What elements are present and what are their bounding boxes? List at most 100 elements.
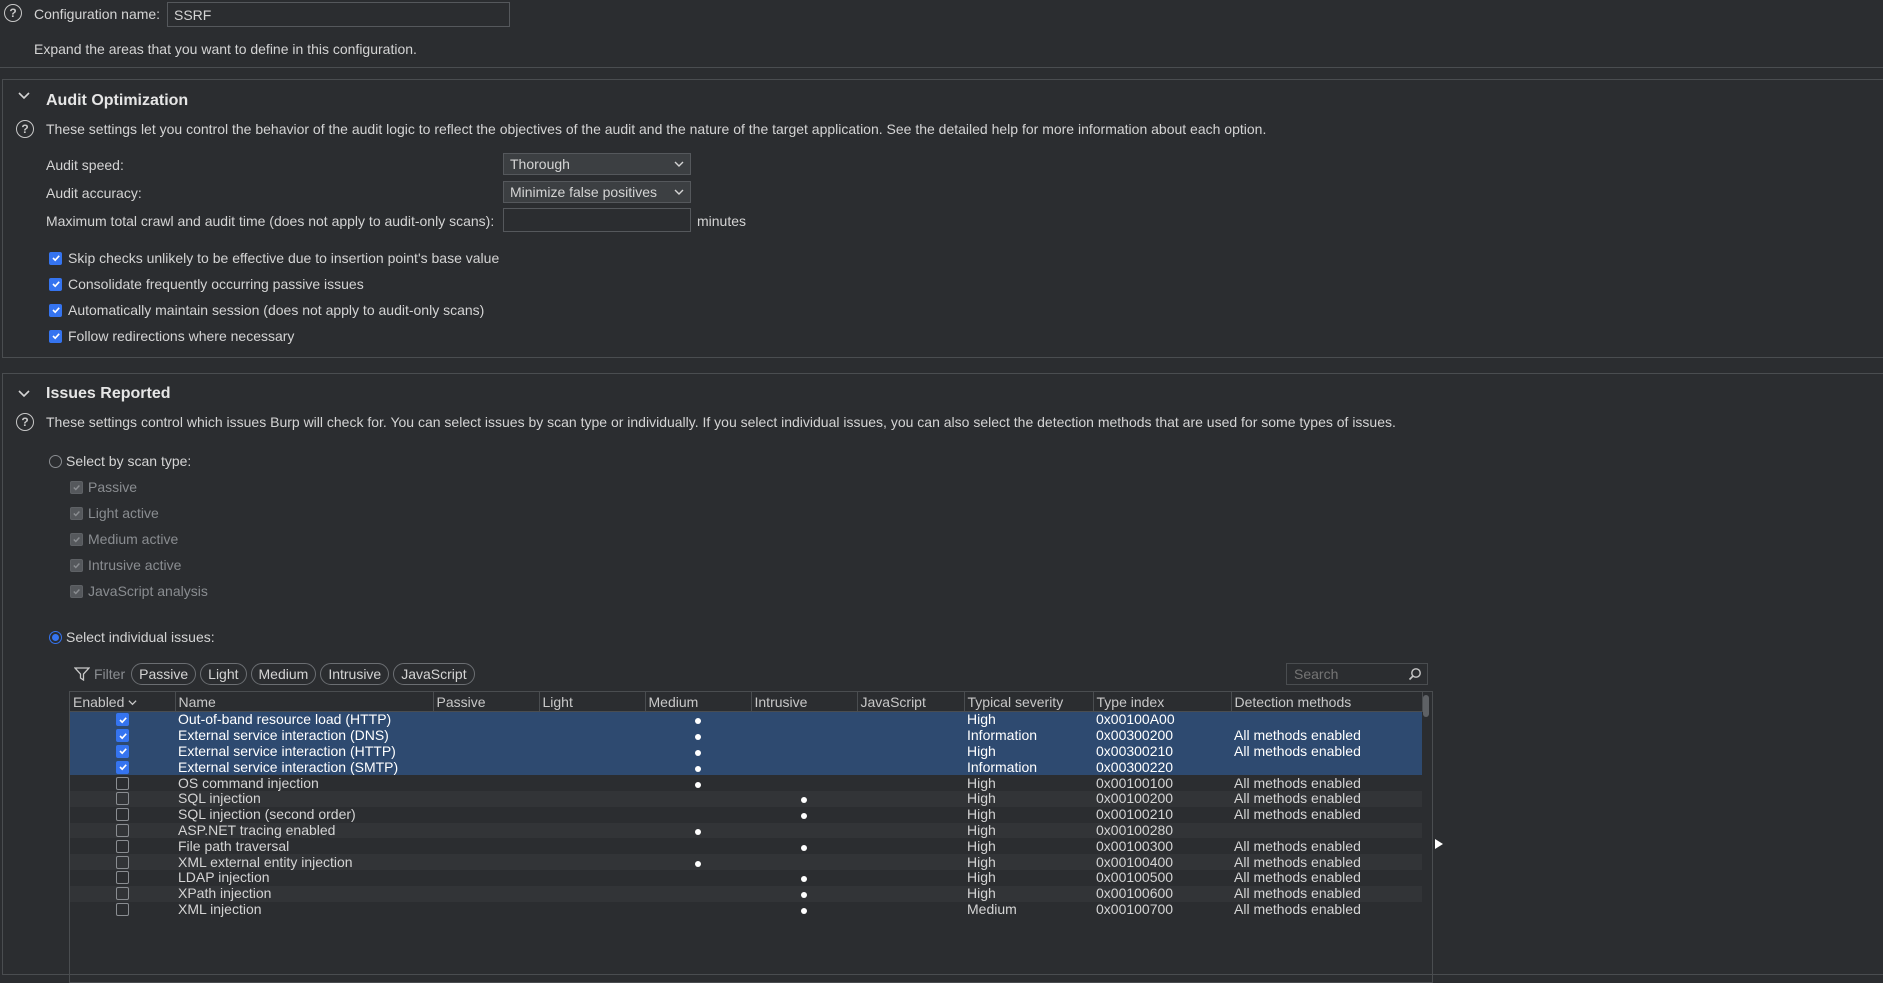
checkbox[interactable] xyxy=(49,303,62,317)
scan-type-label: Light active xyxy=(88,505,159,521)
help-icon[interactable]: ? xyxy=(16,120,34,138)
max-time-label: Maximum total crawl and audit time (does… xyxy=(46,213,495,229)
scan-type-javascript-cell xyxy=(857,759,964,776)
column-header-javascript[interactable]: JavaScript xyxy=(857,692,965,712)
help-icon[interactable]: ? xyxy=(4,4,22,22)
table-row[interactable]: SQL injection High 0x00100200 All methods e… xyxy=(70,790,1422,807)
dot-icon xyxy=(801,797,807,804)
search-box[interactable] xyxy=(1286,663,1428,685)
enabled-cell xyxy=(70,838,175,855)
filter-chip-javascript[interactable]: JavaScript xyxy=(393,663,475,685)
column-header-name[interactable]: Name xyxy=(175,692,434,712)
enabled-checkbox[interactable] xyxy=(116,871,129,885)
table-row[interactable]: External service interaction (HTTP) High 0… xyxy=(70,743,1422,760)
config-name-input[interactable] xyxy=(167,2,510,27)
search-icon[interactable] xyxy=(1408,667,1422,681)
column-header-enabled[interactable]: Enabled xyxy=(70,692,176,712)
checkbox[interactable] xyxy=(49,277,62,291)
table-scrollbar-thumb[interactable] xyxy=(1423,695,1429,717)
option-consolidate-passive[interactable]: Consolidate frequently occurring passive… xyxy=(49,276,364,292)
filter-chip-intrusive[interactable]: Intrusive xyxy=(320,663,390,685)
radio-button[interactable] xyxy=(49,454,62,468)
table-row[interactable]: XML external entity injection High 0x00100… xyxy=(70,854,1422,870)
column-header-light[interactable]: Light xyxy=(539,692,646,712)
select-individual-issues-radio[interactable]: Select individual issues: xyxy=(49,629,215,645)
detection-methods: All methods enabled xyxy=(1231,869,1422,886)
enabled-checkbox[interactable] xyxy=(116,729,129,743)
enabled-checkbox[interactable] xyxy=(116,808,129,822)
enabled-cell xyxy=(70,806,175,823)
filter-chip-medium[interactable]: Medium xyxy=(250,663,317,685)
typical-severity: High xyxy=(964,854,1093,870)
table-row[interactable]: OS command injection High 0x00100100 All me… xyxy=(70,775,1422,791)
enabled-checkbox[interactable] xyxy=(116,776,129,790)
checkbox[interactable] xyxy=(49,251,62,265)
column-header-detection-methods[interactable]: Detection methods xyxy=(1231,692,1423,712)
scan-type-light-cell xyxy=(539,854,645,870)
table-row[interactable]: Out-of-band resource load (HTTP) High 0x00… xyxy=(70,711,1422,728)
enabled-checkbox[interactable] xyxy=(116,713,129,727)
audit-accuracy-select[interactable]: Minimize false positives xyxy=(503,181,691,203)
scan-type-medium-cell xyxy=(645,869,751,886)
scan-type-medium-cell xyxy=(645,822,751,839)
issue-name: File path traversal xyxy=(175,838,433,855)
filter-label: Filter xyxy=(94,666,126,682)
collapse-chevron-icon[interactable] xyxy=(17,89,31,106)
table-row[interactable]: SQL injection (second order) High 0x001002… xyxy=(70,806,1422,823)
enabled-cell xyxy=(70,711,175,728)
table-row[interactable]: ASP.NET tracing enabled High 0x00100280 xyxy=(70,822,1422,839)
enabled-checkbox[interactable] xyxy=(116,760,129,774)
checkbox[interactable] xyxy=(49,329,62,343)
scan-type-medium-cell xyxy=(645,790,751,807)
type-index: 0x00100300 xyxy=(1093,838,1231,855)
filter-icon[interactable] xyxy=(74,667,90,681)
table-row[interactable]: LDAP injection High 0x00100500 All methods … xyxy=(70,869,1422,886)
enabled-checkbox[interactable] xyxy=(116,792,129,806)
enabled-checkbox[interactable] xyxy=(116,744,129,758)
column-header-typical-severity[interactable]: Typical severity xyxy=(964,692,1094,712)
scan-type-label: Medium active xyxy=(88,531,179,547)
enabled-checkbox[interactable] xyxy=(116,839,129,853)
scan-type-light-active: Light active xyxy=(70,505,159,521)
search-input[interactable] xyxy=(1287,665,1406,683)
help-icon[interactable]: ? xyxy=(16,413,34,431)
enabled-checkbox[interactable] xyxy=(116,902,129,916)
table-row[interactable]: External service interaction (DNS) Inform… xyxy=(70,727,1422,744)
enabled-checkbox[interactable] xyxy=(116,823,129,837)
section-description: These settings let you control the behav… xyxy=(46,121,1267,137)
column-header-intrusive[interactable]: Intrusive xyxy=(751,692,858,712)
type-index: 0x00300210 xyxy=(1093,743,1231,760)
audit-speed-select[interactable]: Thorough xyxy=(503,153,691,175)
enabled-checkbox[interactable] xyxy=(116,855,129,869)
table-row[interactable]: File path traversal High 0x00100300 All met… xyxy=(70,838,1422,855)
option-maintain-session[interactable]: Automatically maintain session (does not… xyxy=(49,302,484,318)
enabled-checkbox[interactable] xyxy=(116,887,129,901)
table-row[interactable]: External service interaction (SMTP) Infor… xyxy=(70,759,1422,776)
radio-button[interactable] xyxy=(49,630,62,644)
type-index: 0x00100A00 xyxy=(1093,711,1231,728)
option-follow-redirections[interactable]: Follow redirections where necessary xyxy=(49,328,294,344)
scan-type-passive-cell xyxy=(433,838,539,855)
filter-chip-passive[interactable]: Passive xyxy=(131,663,197,685)
type-index: 0x00300200 xyxy=(1093,727,1231,744)
type-index: 0x00100600 xyxy=(1093,885,1231,902)
expand-hint: Expand the areas that you want to define… xyxy=(34,41,417,57)
collapse-chevron-icon[interactable] xyxy=(17,387,31,404)
option-skip-checks[interactable]: Skip checks unlikely to be effective due… xyxy=(49,250,499,266)
column-header-type-index[interactable]: Type index xyxy=(1093,692,1232,712)
filter-chip-light[interactable]: Light xyxy=(200,663,247,685)
column-header-passive[interactable]: Passive xyxy=(433,692,540,712)
table-row[interactable]: XPath injection High 0x00100600 All methods… xyxy=(70,885,1422,902)
expand-right-arrow-icon[interactable] xyxy=(1434,837,1444,853)
select-by-scan-type-radio[interactable]: Select by scan type: xyxy=(49,453,191,469)
detection-methods xyxy=(1231,822,1422,839)
max-time-input[interactable] xyxy=(503,208,691,232)
column-header-medium[interactable]: Medium xyxy=(645,692,752,712)
scan-type-javascript-cell xyxy=(857,822,964,839)
enabled-cell xyxy=(70,743,175,760)
issue-name: XML injection xyxy=(175,901,433,918)
table-row[interactable]: XML injection Medium 0x00100700 All methods… xyxy=(70,901,1422,918)
checkbox-disabled xyxy=(70,480,83,494)
scan-type-medium-cell xyxy=(645,711,751,728)
scan-type-passive-cell xyxy=(433,822,539,839)
